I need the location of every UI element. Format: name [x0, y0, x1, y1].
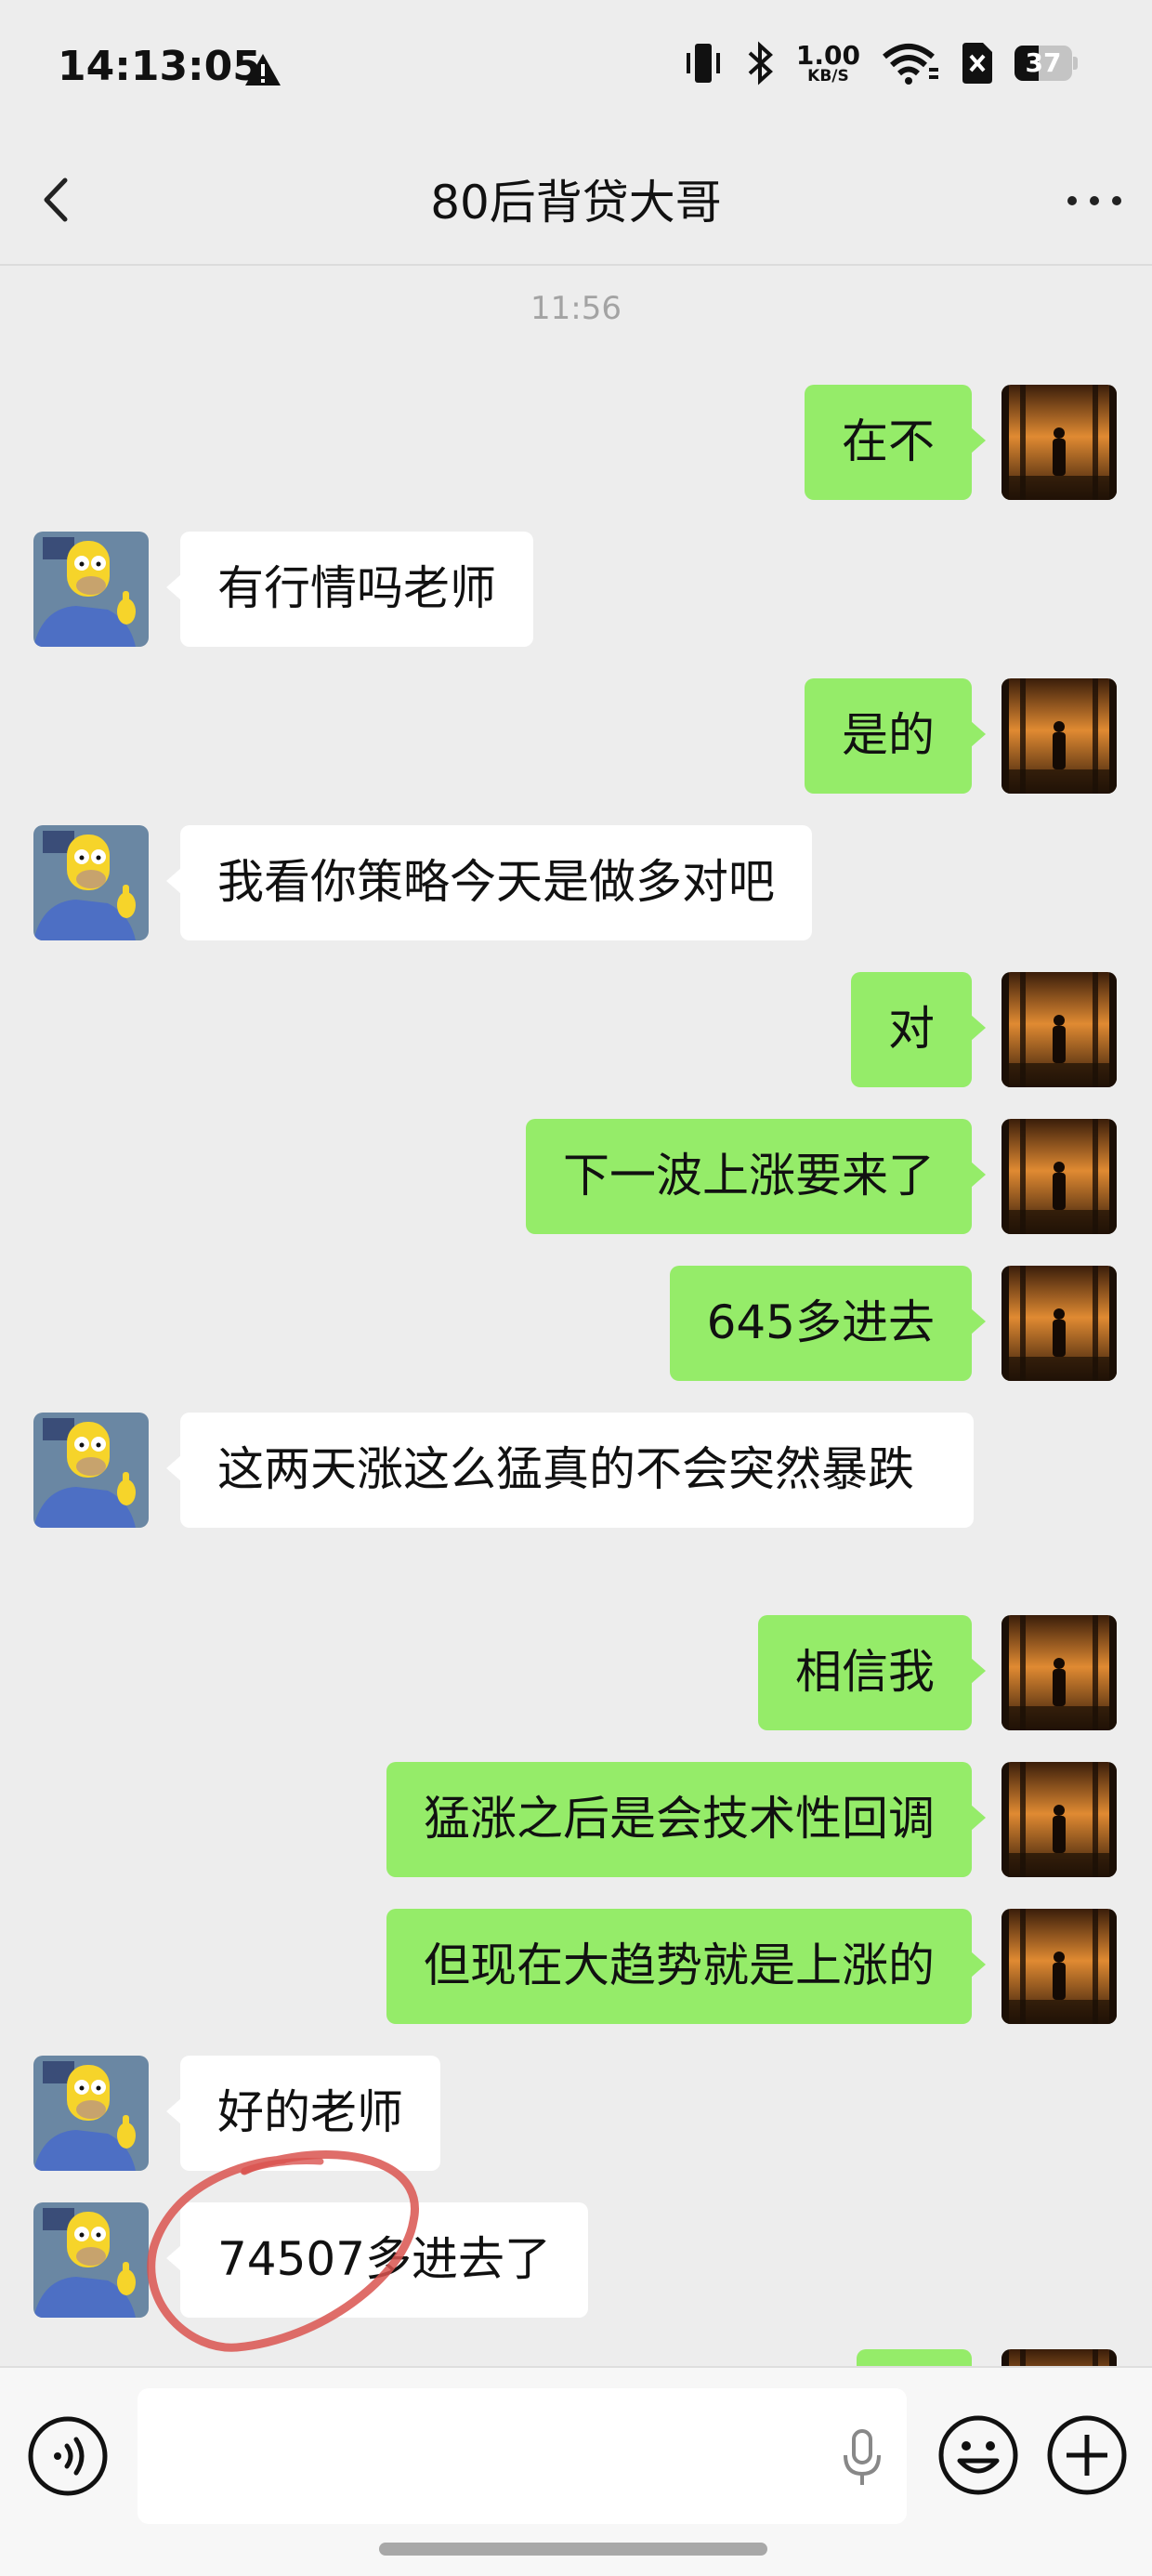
my-avatar[interactable]: [1001, 1762, 1117, 1877]
net-speed-value: 1.00: [795, 39, 860, 71]
my-avatar[interactable]: [1001, 678, 1117, 794]
net-speed-unit: KB/S: [807, 66, 849, 85]
sent-message[interactable]: [857, 2349, 972, 2366]
contact-avatar[interactable]: [33, 2202, 149, 2318]
my-avatar[interactable]: [1001, 972, 1117, 1087]
mic-icon[interactable]: [834, 2425, 890, 2491]
contact-avatar[interactable]: [33, 2056, 149, 2171]
my-avatar[interactable]: [1001, 1119, 1117, 1234]
battery-icon: 37: [1015, 46, 1080, 81]
sent-message[interactable]: 猛涨之后是会技术性回调: [386, 1762, 986, 1877]
bluetooth-icon: [748, 41, 773, 85]
warning-icon: [245, 54, 281, 85]
status-time: 14:13:05: [58, 43, 261, 90]
more-button[interactable]: [1057, 175, 1132, 227]
sim-icon: [962, 43, 992, 84]
my-avatar[interactable]: [1001, 385, 1117, 500]
sent-message[interactable]: 下一波上涨要来了: [526, 1119, 986, 1234]
emoji-icon[interactable]: [934, 2411, 1023, 2500]
received-message[interactable]: 我看你策略今天是做多对吧: [166, 825, 812, 940]
message-list[interactable]: 11:56 在不 有行情吗老师 是的 我看你策略今天是做多对吧 对 下一波上涨要…: [0, 266, 1152, 2366]
sent-message[interactable]: 相信我: [758, 1615, 986, 1730]
sent-message[interactable]: 在不: [805, 385, 986, 500]
net-speed: 1.00 KB/S: [795, 39, 860, 85]
sent-message[interactable]: 是的: [805, 678, 986, 794]
contact-avatar[interactable]: [33, 532, 149, 647]
my-avatar[interactable]: [1001, 1909, 1117, 2024]
sent-message[interactable]: 对: [851, 972, 986, 1087]
plus-icon[interactable]: [1042, 2411, 1132, 2500]
status-icons: 1.00 KB/S 37: [683, 37, 1080, 89]
received-message[interactable]: 74507多进去了: [165, 2202, 589, 2318]
received-message[interactable]: 好的老师: [166, 2056, 440, 2171]
received-message[interactable]: 有行情吗老师: [166, 532, 533, 647]
my-avatar[interactable]: [1001, 1615, 1117, 1730]
message-input[interactable]: [137, 2388, 907, 2524]
contact-avatar[interactable]: [33, 825, 149, 940]
home-indicator[interactable]: [379, 2543, 767, 2556]
time-label: 11:56: [530, 290, 622, 327]
battery-level: 37: [1025, 47, 1062, 78]
wifi-icon: [883, 44, 938, 85]
chat-title: 80后背贷大哥: [430, 176, 722, 230]
sent-message[interactable]: 645多进去: [669, 1266, 987, 1381]
my-avatar[interactable]: [1001, 1266, 1117, 1381]
my-avatar[interactable]: [1001, 2349, 1117, 2366]
voice-icon[interactable]: [26, 2414, 110, 2498]
status-bar: 14:13:05 1.00 KB/S 37: [0, 0, 1152, 139]
chat-header: 80后背贷大哥: [0, 139, 1152, 264]
sent-message[interactable]: 但现在大趋势就是上涨的: [386, 1909, 986, 2024]
contact-avatar[interactable]: [33, 1413, 149, 1528]
vibrate-icon: [686, 44, 720, 83]
input-bar: [0, 2366, 1152, 2576]
received-message[interactable]: 这两天涨这么猛真的不会突然暴跌: [166, 1413, 974, 1528]
